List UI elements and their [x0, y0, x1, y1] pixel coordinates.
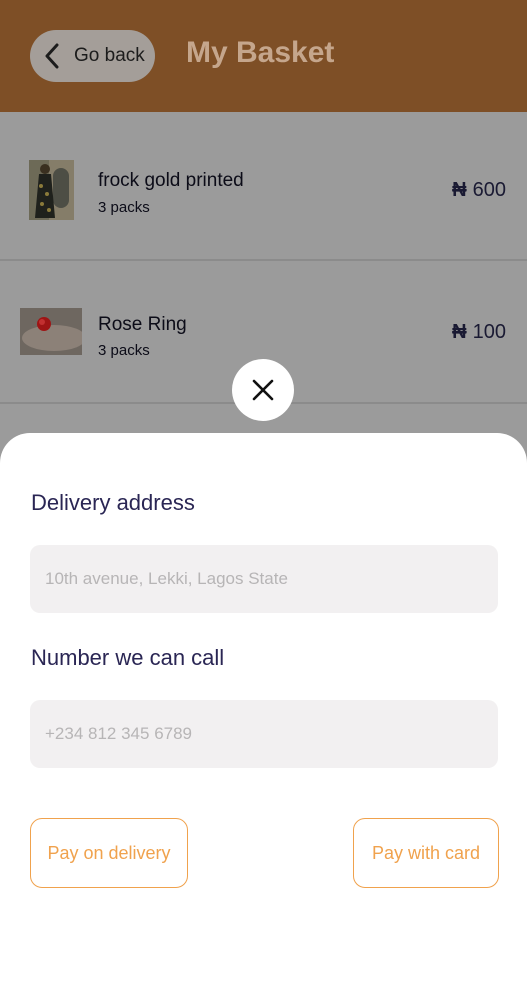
item-quantity: 3 packs: [98, 199, 150, 216]
close-icon: [252, 379, 274, 401]
close-sheet-button[interactable]: [232, 359, 294, 421]
item-quantity: 3 packs: [98, 342, 150, 359]
pay-with-card-button[interactable]: Pay with card: [353, 818, 499, 888]
item-name: Rose Ring: [98, 314, 187, 335]
go-back-label: Go back: [74, 45, 145, 66]
delivery-address-label: Delivery address: [31, 490, 195, 515]
go-back-button[interactable]: Go back: [30, 30, 155, 82]
delivery-address-input[interactable]: [30, 545, 498, 613]
checkout-sheet: Delivery address Number we can call Pay …: [0, 433, 527, 991]
app-header: Go back My Basket: [0, 0, 527, 112]
item-price: ₦ 600: [452, 179, 506, 202]
currency-symbol: ₦: [452, 321, 467, 343]
item-price: ₦ 100: [452, 321, 506, 344]
price-value: 600: [472, 179, 506, 201]
phone-number-label: Number we can call: [31, 645, 225, 670]
phone-number-input[interactable]: [30, 700, 498, 768]
item-name: frock gold printed: [98, 170, 244, 191]
basket-item[interactable]: frock gold printed 3 packs ₦ 600: [0, 112, 527, 261]
price-value: 100: [472, 321, 506, 343]
product-image-frock: [29, 160, 74, 220]
product-image-ring: [20, 308, 82, 355]
chevron-left-icon: [45, 43, 59, 69]
page-title: My Basket: [186, 36, 335, 69]
currency-symbol: ₦: [452, 179, 467, 201]
pay-on-delivery-button[interactable]: Pay on delivery: [30, 818, 188, 888]
